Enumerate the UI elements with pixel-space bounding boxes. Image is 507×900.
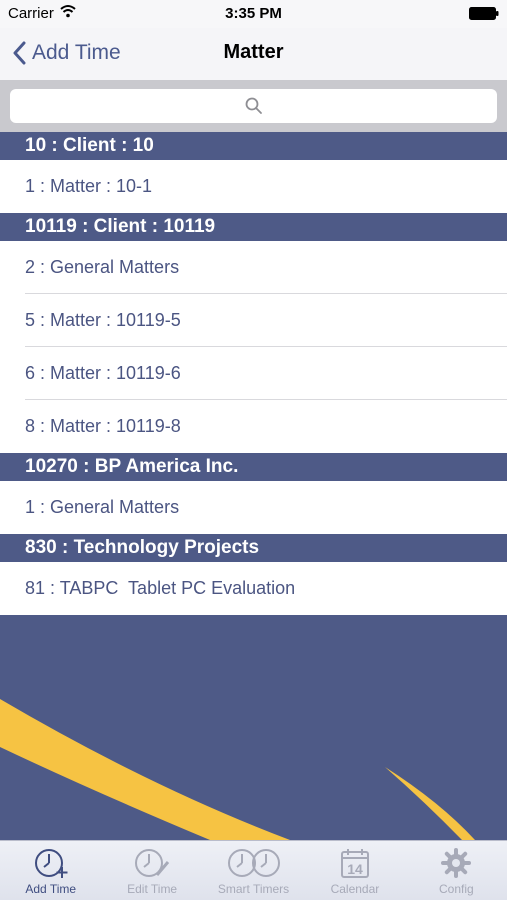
calendar-icon: 14 xyxy=(340,849,369,878)
list-item[interactable]: 81 : TABPC Tablet PC Evaluation xyxy=(0,562,507,615)
gear-icon xyxy=(441,848,472,878)
tab-label: Calendar xyxy=(330,882,380,896)
tab-config[interactable]: Config xyxy=(406,841,507,900)
edit-time-clock-icon xyxy=(135,849,170,877)
section-header-technology-projects: 830 : Technology Projects xyxy=(0,534,507,562)
section-header-client-10119: 10119 : Client : 10119 xyxy=(0,213,507,241)
smart-timers-icon xyxy=(227,849,280,877)
calendar-badge: 14 xyxy=(347,861,363,877)
section-header-client-10: 10 : Client : 10 xyxy=(0,132,507,160)
tab-add-time[interactable]: Add Time xyxy=(0,841,101,900)
tab-smart-timers[interactable]: Smart Timers xyxy=(203,841,304,900)
navigation-bar: Add Time Matter xyxy=(0,28,507,80)
search-icon xyxy=(245,97,262,114)
status-bar: Carrier 3:35 PM xyxy=(0,0,507,28)
tab-label: Smart Timers xyxy=(217,882,290,896)
background-swoosh xyxy=(0,617,507,840)
list-item[interactable]: 6 : Matter : 10119-6 xyxy=(0,347,507,400)
matter-list: 10 : Client : 10 1 : Matter : 10-1 10119… xyxy=(0,132,507,615)
tab-label: Config xyxy=(438,882,474,896)
add-time-clock-icon xyxy=(34,849,68,878)
list-item[interactable]: 1 : General Matters xyxy=(0,481,507,534)
page-title: Matter xyxy=(223,41,284,63)
tab-label: Edit Time xyxy=(127,882,178,896)
tab-label: Add Time xyxy=(25,882,77,896)
list-item[interactable]: 1 : Matter : 10-1 xyxy=(0,160,507,213)
battery-icon xyxy=(469,7,499,20)
section-header-bp-america: 10270 : BP America Inc. xyxy=(0,453,507,481)
search-input[interactable] xyxy=(10,89,497,123)
list-item[interactable]: 8 : Matter : 10119-8 xyxy=(0,400,507,453)
tab-bar: Add Time Edit Time Smart Timers 14 Calen… xyxy=(0,840,507,900)
list-item[interactable]: 2 : General Matters xyxy=(0,241,507,294)
tab-edit-time[interactable]: Edit Time xyxy=(101,841,202,900)
search-bar xyxy=(0,80,507,132)
status-time: 3:35 PM xyxy=(225,5,282,22)
tab-calendar[interactable]: 14 Calendar xyxy=(304,841,405,900)
list-item[interactable]: 5 : Matter : 10119-5 xyxy=(0,294,507,347)
